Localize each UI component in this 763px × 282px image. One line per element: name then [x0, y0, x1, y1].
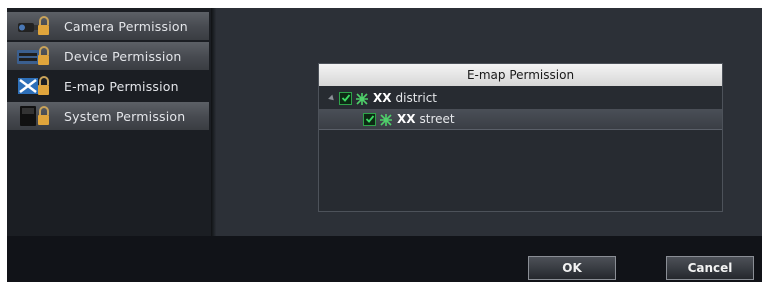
- map-node-icon: [355, 91, 369, 105]
- sidebar: Camera Permission Device Permission E-ma…: [7, 8, 211, 236]
- tree-node-street[interactable]: XX street: [319, 109, 722, 130]
- dialog-footer: OK Cancel: [7, 236, 762, 282]
- content-area: E-map Permission XX district XX street: [216, 8, 762, 236]
- sidebar-item-label: E-map Permission: [64, 78, 179, 94]
- emap-icon: [16, 74, 50, 98]
- node-label: district: [395, 91, 437, 105]
- system-lock-icon: [16, 104, 50, 128]
- permission-dialog: Camera Permission Device Permission E-ma…: [7, 8, 762, 282]
- ok-button[interactable]: OK: [528, 256, 616, 280]
- expand-arrow-icon[interactable]: [328, 94, 336, 102]
- sidebar-item-system-permission[interactable]: System Permission: [7, 102, 209, 130]
- camera-lock-icon: [16, 14, 50, 38]
- tree-node-district[interactable]: XX district: [319, 88, 722, 108]
- sidebar-item-label: System Permission: [64, 108, 186, 124]
- map-node-icon: [379, 112, 393, 126]
- node-label: street: [419, 112, 455, 126]
- sidebar-item-device-permission[interactable]: Device Permission: [7, 42, 209, 70]
- node-prefix: XX: [373, 91, 392, 105]
- checkbox-street[interactable]: [363, 112, 376, 126]
- sidebar-item-label: Camera Permission: [64, 18, 188, 34]
- node-prefix: XX: [397, 112, 416, 126]
- sidebar-item-label: Device Permission: [64, 48, 182, 64]
- device-lock-icon: [16, 44, 50, 68]
- sidebar-item-emap-permission[interactable]: E-map Permission: [7, 72, 209, 100]
- tree-header: E-map Permission: [319, 64, 722, 86]
- cancel-button[interactable]: Cancel: [666, 256, 754, 280]
- checkbox-district[interactable]: [339, 91, 352, 105]
- sidebar-item-camera-permission[interactable]: Camera Permission: [7, 12, 209, 40]
- emap-tree-panel: E-map Permission XX district XX street: [318, 63, 723, 212]
